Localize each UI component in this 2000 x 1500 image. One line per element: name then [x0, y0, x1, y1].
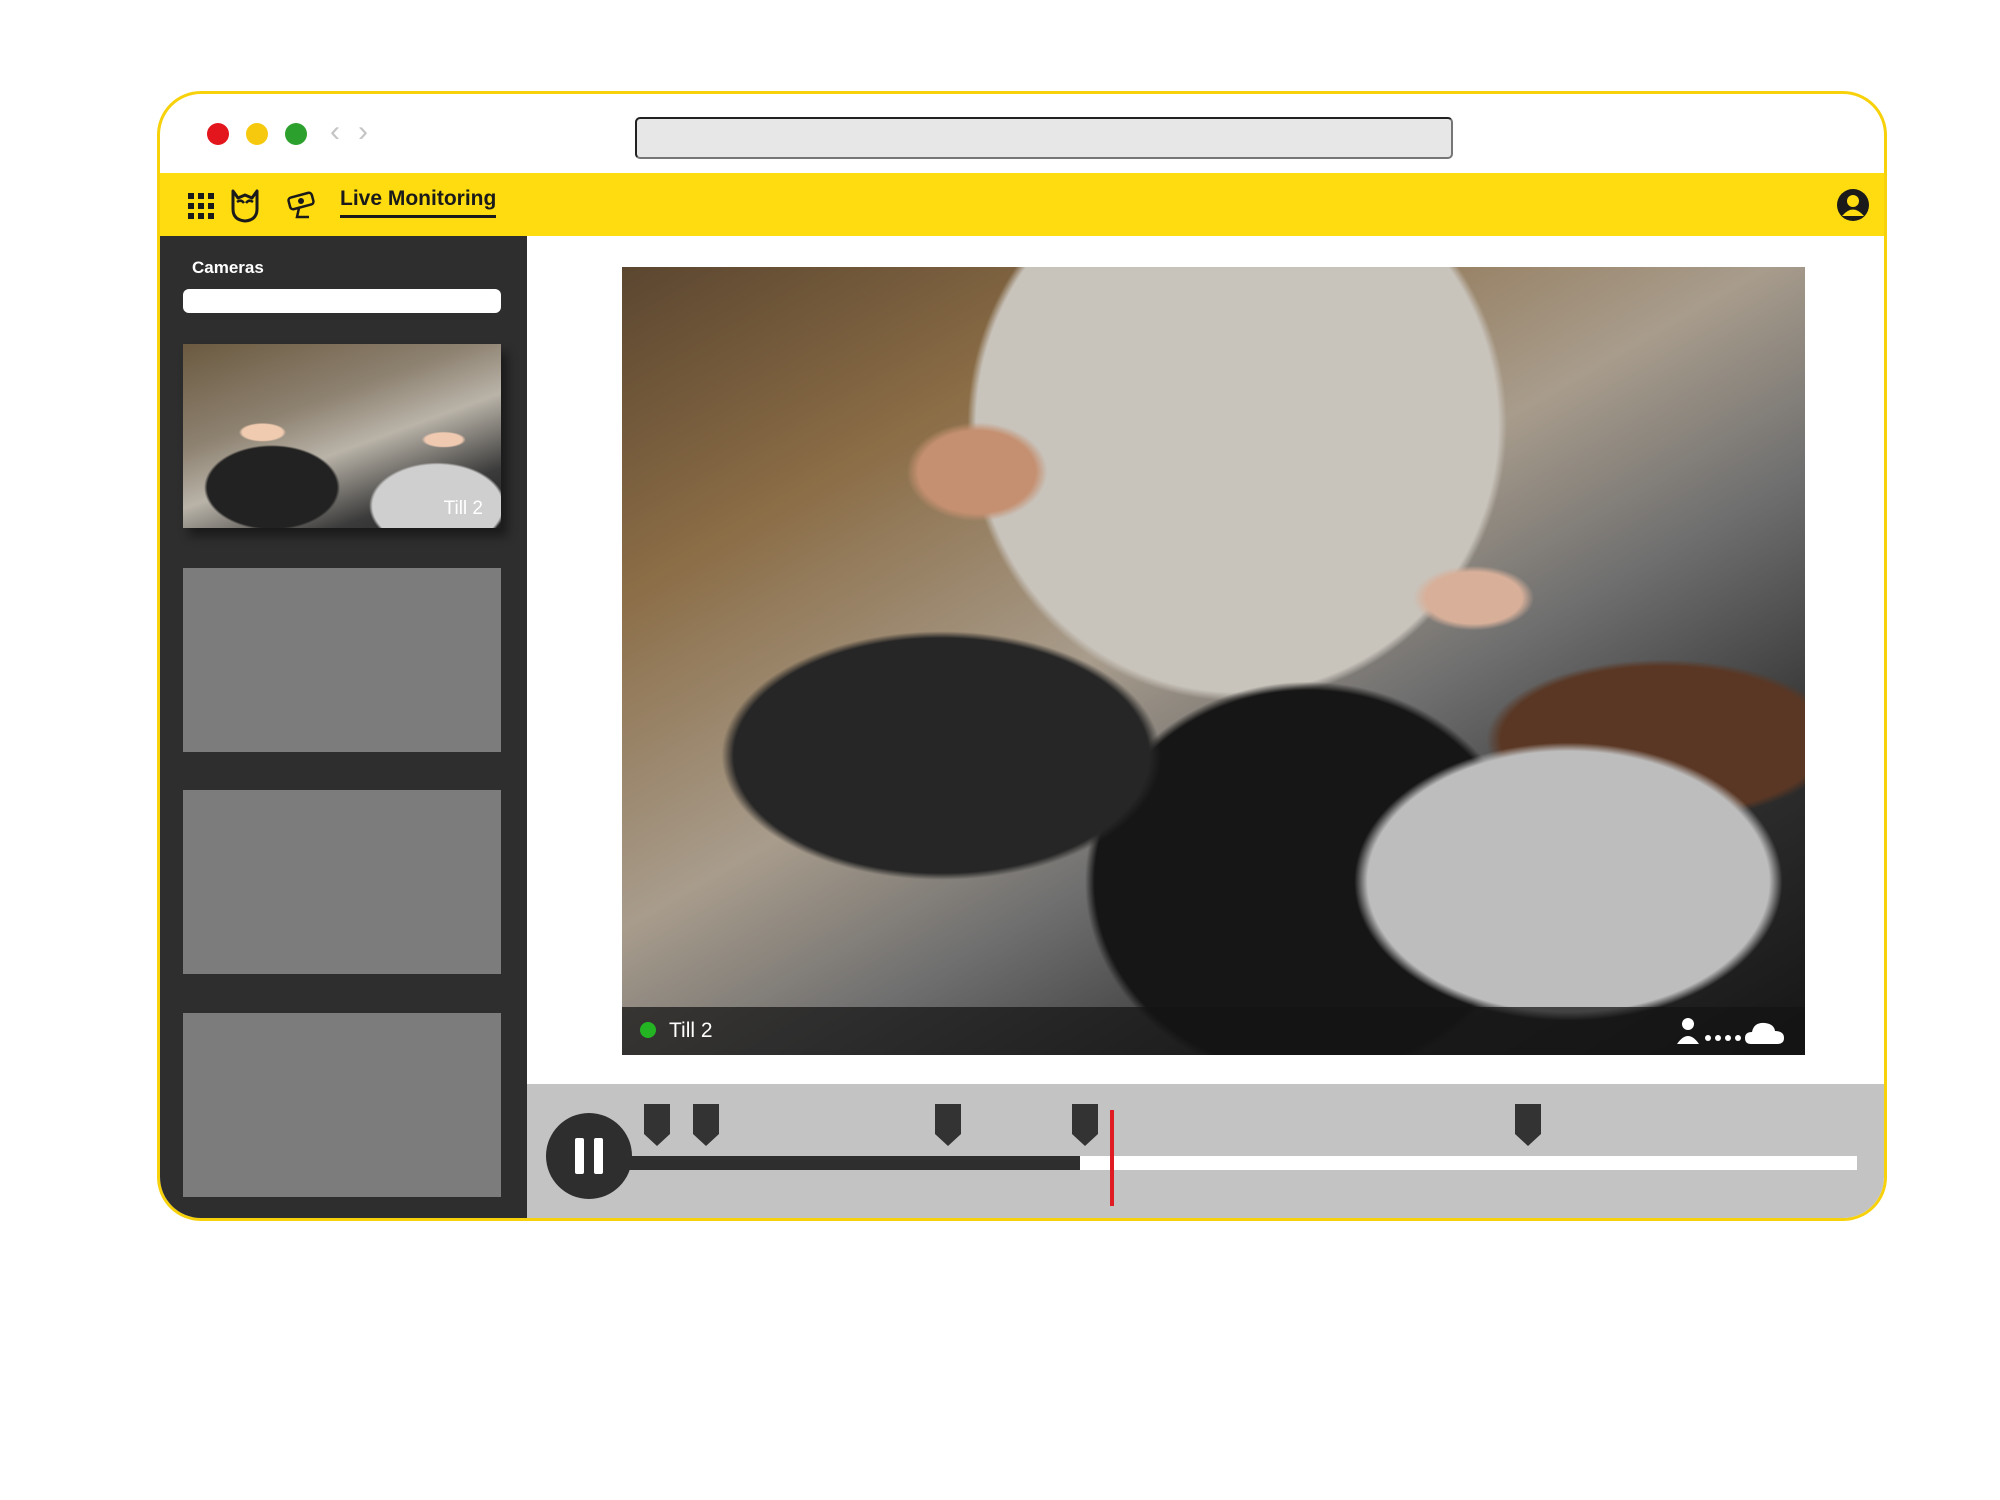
nav-title-live-monitoring[interactable]: Live Monitoring	[340, 187, 497, 218]
owl-logo-icon[interactable]	[227, 187, 263, 223]
camera-thumbnail-empty[interactable]	[183, 1013, 501, 1197]
camera-thumbnail-empty[interactable]	[183, 568, 501, 752]
timeline-playhead[interactable]	[1109, 1110, 1114, 1206]
apps-grid-icon[interactable]	[183, 187, 219, 223]
video-camera-label: Till 2	[669, 1019, 713, 1042]
event-marker-icon[interactable]	[1514, 1103, 1542, 1147]
camera-search-input[interactable]	[183, 289, 501, 313]
minimize-window-button[interactable]	[246, 123, 268, 145]
stream-status-icons	[1677, 1018, 1784, 1044]
timeline-played-progress	[625, 1156, 1080, 1170]
maximize-window-button[interactable]	[285, 123, 307, 145]
dots-icon	[1705, 1035, 1741, 1041]
cameras-label: Cameras	[192, 258, 264, 277]
pause-button[interactable]	[546, 1113, 632, 1199]
pause-icon	[594, 1138, 603, 1174]
playback-timeline	[527, 1084, 1884, 1218]
timeline-track[interactable]	[625, 1156, 1857, 1170]
live-status-indicator	[640, 1022, 656, 1038]
security-camera-icon[interactable]	[285, 187, 321, 223]
camera-thumbnail-empty[interactable]	[183, 790, 501, 974]
person-icon	[1677, 1018, 1699, 1044]
chevron-right-icon[interactable]: ›	[358, 114, 368, 150]
account-icon[interactable]	[1835, 187, 1871, 223]
close-window-button[interactable]	[207, 123, 229, 145]
address-bar[interactable]	[635, 117, 1453, 159]
pause-icon	[575, 1138, 584, 1174]
event-marker-icon[interactable]	[934, 1103, 962, 1147]
thumbnail-label: Till 2	[443, 498, 483, 519]
camera-sidebar: Cameras Till 2	[160, 236, 527, 1218]
event-marker-icon[interactable]	[643, 1103, 671, 1147]
camera-thumbnail-till-2[interactable]: Till 2	[183, 344, 501, 528]
chevron-left-icon[interactable]: ‹	[330, 114, 340, 150]
app-bar: Live Monitoring	[160, 173, 1884, 236]
video-info-bar: Till 2	[622, 1007, 1805, 1055]
event-marker-icon[interactable]	[692, 1103, 720, 1147]
main-video-feed[interactable]: Till 2	[622, 267, 1805, 1055]
cloud-icon	[1745, 1022, 1784, 1044]
browser-window: ‹ › Live Monitoring Cameras Till 2 Till …	[157, 91, 1887, 1221]
event-marker-icon[interactable]	[1071, 1103, 1099, 1147]
